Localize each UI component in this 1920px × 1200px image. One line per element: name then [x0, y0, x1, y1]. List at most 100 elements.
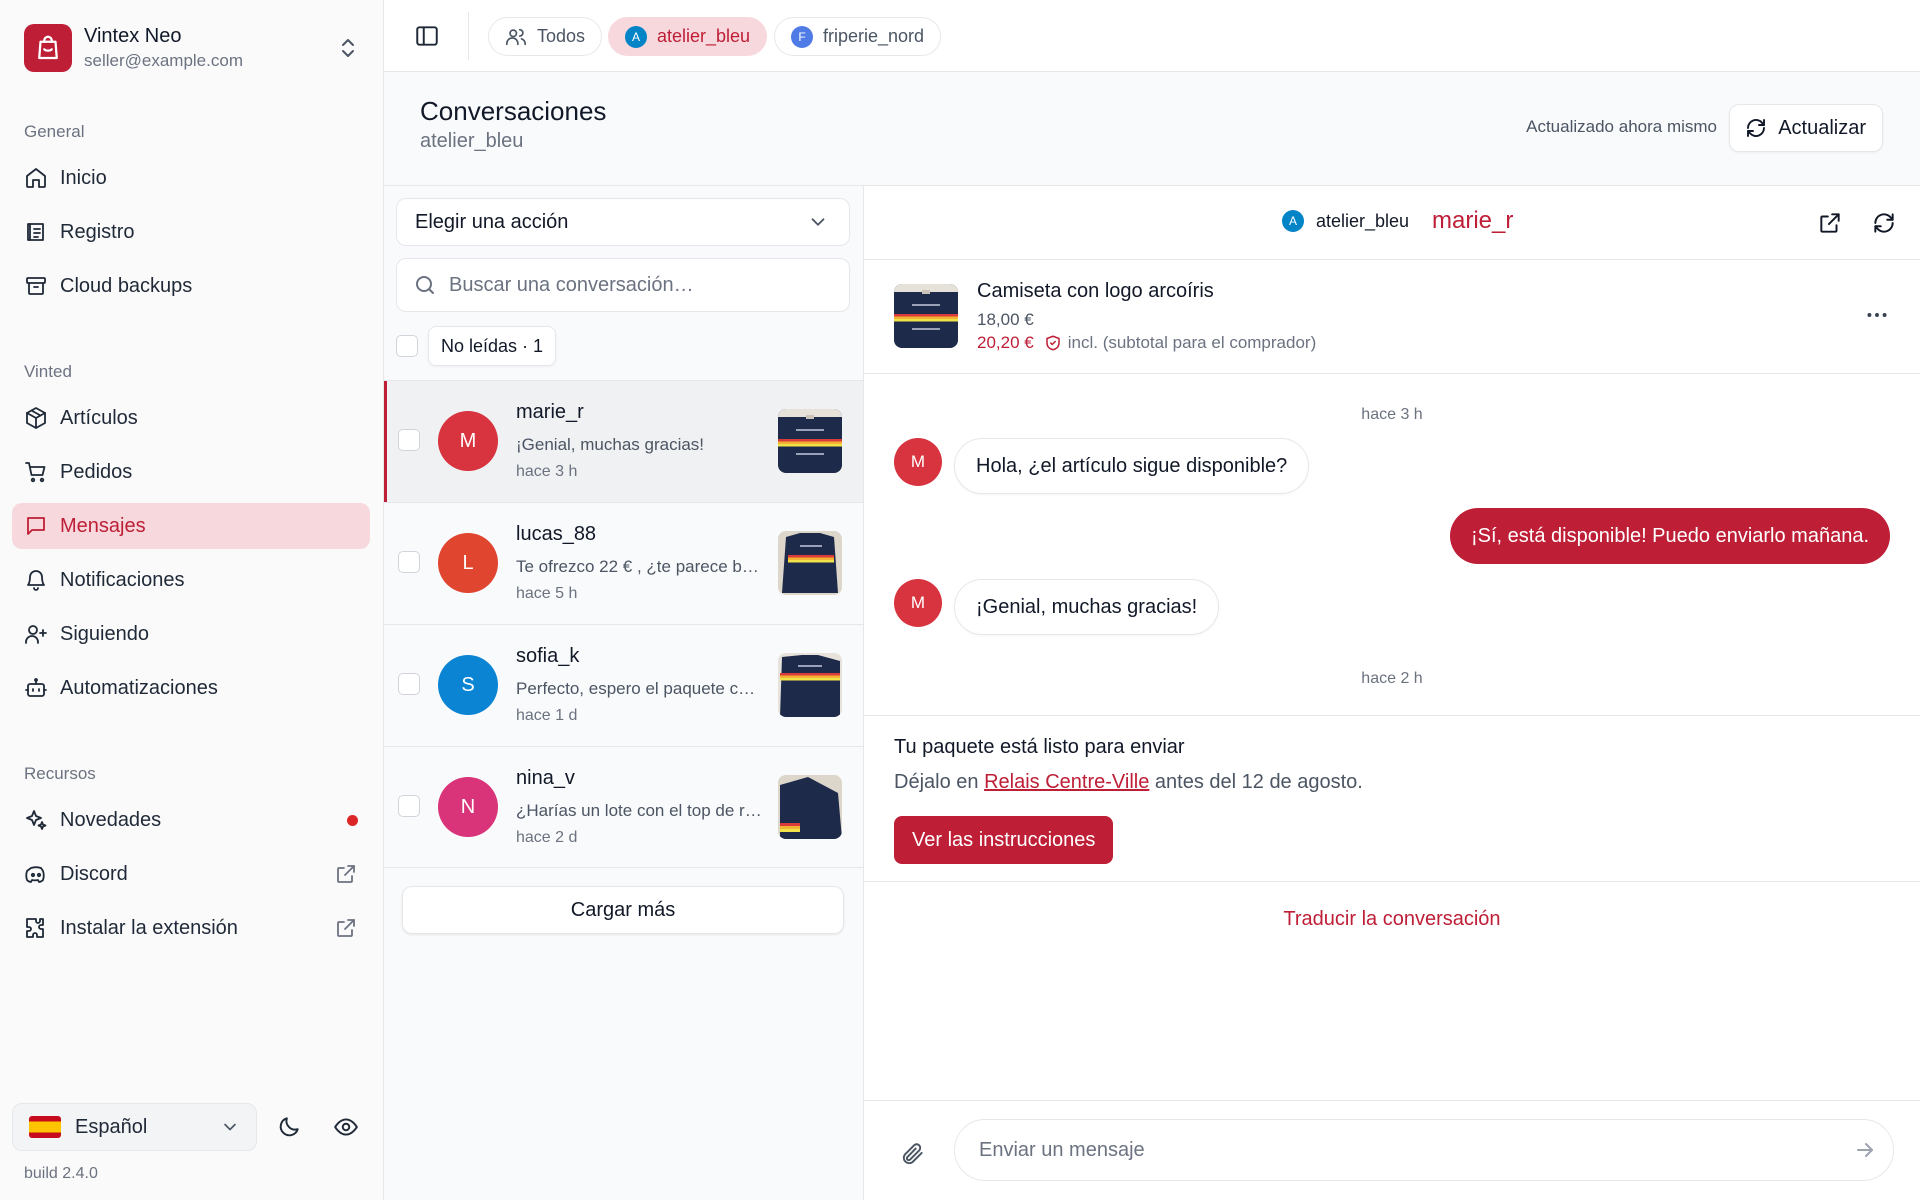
avatar: M: [894, 438, 942, 486]
account-chip-friperie-nord[interactable]: F friperie_nord: [774, 17, 942, 56]
external-link-icon: [337, 865, 355, 883]
sidebar-item-articulos[interactable]: Artículos: [12, 395, 370, 441]
chat-header: A atelier_bleu marie_r: [864, 186, 1920, 260]
conversation-time: hace 5 h: [516, 585, 578, 602]
sidebar-item-automatizaciones[interactable]: Automatizaciones: [12, 665, 370, 711]
page-title: Conversaciones: [420, 96, 607, 126]
search-box: [396, 258, 850, 312]
shipping-title: Tu paquete está listo para enviar: [894, 736, 1185, 758]
tshirt-image: [778, 409, 842, 473]
avatar: M: [438, 411, 498, 471]
refresh-button[interactable]: Actualizar: [1729, 104, 1883, 152]
eye-icon[interactable]: [333, 1114, 359, 1140]
view-instructions-button[interactable]: Ver las instrucciones: [894, 816, 1114, 864]
item-thumbnail: [778, 775, 842, 839]
avatar: L: [438, 533, 498, 593]
product-title[interactable]: Camiseta con logo arcoíris: [977, 280, 1214, 303]
account-email: seller@example.com: [84, 51, 243, 70]
bulk-action-select[interactable]: Elegir una acción: [396, 198, 850, 246]
sidebar-toggle-icon[interactable]: [414, 23, 440, 49]
conversation-row[interactable]: M marie_r ¡Genial, muchas gracias! hace …: [384, 380, 863, 502]
users-icon: [506, 28, 526, 45]
chip-label: friperie_nord: [823, 26, 925, 46]
puzzle-icon: [26, 918, 44, 938]
sidebar-item-inicio[interactable]: Inicio: [12, 155, 370, 201]
conversation-row[interactable]: N nina_v ¿Harías un lote con el top de r…: [384, 746, 863, 868]
sidebar-item-pedidos[interactable]: Pedidos: [12, 449, 370, 495]
conversation-row[interactable]: L lucas_88 Te ofrezco 22 € , ¿te parece …: [384, 502, 863, 624]
item-thumbnail: [778, 653, 842, 717]
moon-icon[interactable]: [276, 1114, 302, 1140]
sidebar-item-instalar-extension[interactable]: Instalar la extensión: [12, 905, 370, 951]
product-price: 18,00 €: [977, 310, 1034, 329]
product-thumbnail[interactable]: [894, 284, 958, 348]
user-plus-icon: [25, 625, 47, 644]
sidebar-item-discord[interactable]: Discord: [12, 851, 370, 897]
message-thread: hace 3 h M Hola, ¿el artículo sigue disp…: [864, 374, 1920, 716]
pickup-point-link[interactable]: Relais Centre-Ville: [984, 771, 1149, 793]
chevron-down-icon: [811, 218, 825, 226]
conversation-row[interactable]: S sofia_k Perfecto, espero el paquete co…: [384, 624, 863, 746]
sidebar-item-novedades[interactable]: Novedades: [12, 797, 370, 843]
load-more-button[interactable]: Cargar más: [402, 886, 844, 934]
refresh-icon[interactable]: [1871, 210, 1897, 236]
send-arrow-icon[interactable]: [1853, 1138, 1877, 1162]
language-select[interactable]: Español: [12, 1103, 257, 1151]
sidebar-item-label: Mensajes: [60, 514, 146, 537]
bot-icon: [25, 678, 47, 697]
incoming-message: Hola, ¿el artículo sigue disponible?: [954, 438, 1310, 494]
chat-account: A atelier_bleu: [1282, 210, 1409, 232]
account-switcher[interactable]: Vintex Neo seller@example.com: [24, 23, 364, 73]
search-icon: [416, 276, 434, 294]
build-version: build 2.4.0: [24, 1165, 98, 1182]
avatar: S: [438, 655, 498, 715]
paperclip-icon[interactable]: [900, 1141, 926, 1167]
account-chip-atelier-bleu[interactable]: A atelier_bleu: [608, 17, 768, 56]
nav-group-vinted: Vinted: [24, 362, 72, 381]
sidebar-item-label: Siguiendo: [60, 622, 149, 645]
sidebar: Vintex Neo seller@example.com General In…: [0, 0, 384, 1200]
unread-filter[interactable]: No leídas · 1: [428, 326, 557, 366]
message-timestamp: hace 3 h: [1361, 406, 1423, 423]
sidebar-item-registro[interactable]: Registro: [12, 209, 370, 255]
more-horizontal-icon[interactable]: [1864, 302, 1890, 328]
conversation-list: Elegir una acción No leídas · 1 M marie_…: [384, 186, 864, 1200]
conversation-preview: Perfecto, espero el paquete con ganas: [516, 679, 762, 698]
row-checkbox[interactable]: [398, 795, 420, 817]
select-all-checkbox[interactable]: [396, 335, 418, 357]
shipping-notice: Tu paquete está listo para enviar Déjalo…: [864, 716, 1920, 882]
conversation-name: marie_r: [516, 401, 584, 423]
chat-user-name[interactable]: marie_r: [1432, 207, 1513, 235]
archive-icon: [26, 277, 46, 295]
message-composer: [864, 1100, 1920, 1200]
account-chip-todos[interactable]: Todos: [488, 17, 603, 56]
translate-conversation-link[interactable]: Traducir la conversación: [864, 908, 1920, 931]
page-subtitle: atelier_bleu: [420, 130, 524, 152]
page-header: Conversaciones atelier_bleu Actualizado …: [384, 72, 1920, 186]
row-checkbox[interactable]: [398, 429, 420, 451]
avatar: N: [438, 777, 498, 837]
sidebar-item-label: Automatizaciones: [60, 676, 218, 699]
row-checkbox[interactable]: [398, 673, 420, 695]
row-checkbox[interactable]: [398, 551, 420, 573]
sidebar-item-label: Artículos: [60, 406, 138, 429]
sidebar-item-cloud-backups[interactable]: Cloud backups: [12, 263, 370, 309]
message-timestamp: hace 2 h: [1361, 670, 1423, 687]
sidebar-item-mensajes[interactable]: Mensajes: [12, 503, 370, 549]
sidebar-item-siguiendo[interactable]: Siguiendo: [12, 611, 370, 657]
sidebar-item-notificaciones[interactable]: Notificaciones: [12, 557, 370, 603]
conversation-name: lucas_88: [516, 523, 597, 545]
external-link-icon[interactable]: [1817, 210, 1843, 236]
conversation-preview: Te ofrezco 22 € , ¿te parece bien?: [516, 557, 762, 576]
nav-group-recursos: Recursos: [24, 764, 96, 783]
brand-name: Vintex Neo: [84, 25, 182, 47]
language-label: Español: [75, 1115, 148, 1138]
conversation-name: nina_v: [516, 767, 575, 789]
chevrons-up-down-icon: [342, 39, 354, 57]
message-input[interactable]: [979, 1138, 1833, 1162]
chip-label: Todos: [537, 26, 586, 46]
message-input-box: [954, 1119, 1894, 1181]
search-input[interactable]: [449, 273, 829, 297]
bell-icon: [27, 570, 45, 591]
sidebar-item-label: Novedades: [60, 808, 162, 831]
